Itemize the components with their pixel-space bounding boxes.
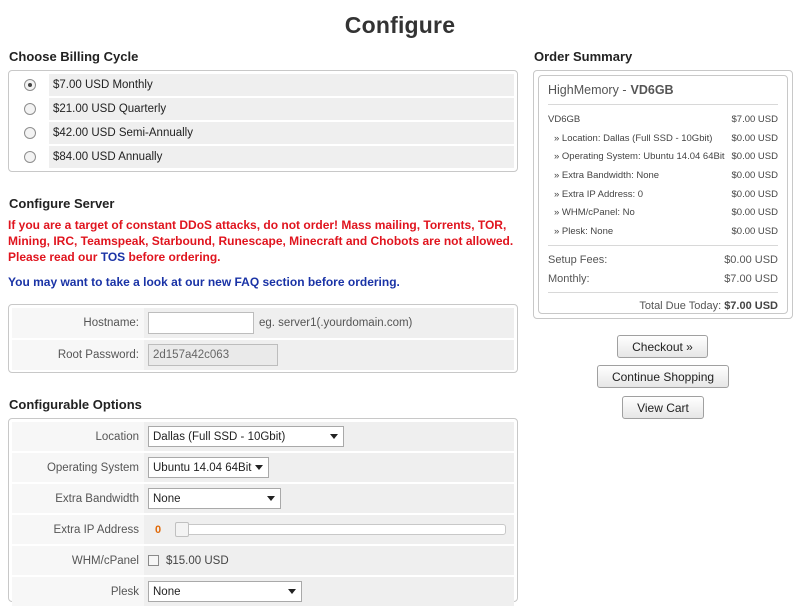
billing-option-label[interactable]: $42.00 USD Semi-Annually <box>49 122 514 144</box>
summary-items: VD6GB $7.00 USD » Location: Dallas (Full … <box>548 105 778 246</box>
hostname-row: Hostname: eg. server1(.yourdomain.com) <box>12 308 514 338</box>
summary-item-price: $0.00 USD <box>731 188 778 200</box>
billing-option-quarterly[interactable]: $21.00 USD Quarterly <box>12 97 514 121</box>
billing-option-semiannually[interactable]: $42.00 USD Semi-Annually <box>12 121 514 145</box>
ddos-warning: If you are a target of constant DDoS att… <box>8 217 518 265</box>
continue-shopping-button[interactable]: Continue Shopping <box>597 365 729 388</box>
summary-product-heading: HighMemory - VD6GB <box>548 76 778 105</box>
summary-item-price: $0.00 USD <box>731 169 778 181</box>
summary-item-price: $0.00 USD <box>731 225 778 237</box>
summary-item-price: $7.00 USD <box>731 113 778 125</box>
faq-text: You may want to take a look at our new <box>8 275 235 289</box>
slider-handle[interactable] <box>175 522 189 537</box>
plesk-row: Plesk None <box>12 577 514 606</box>
chevron-down-icon <box>255 465 263 470</box>
os-label: Operating System <box>12 453 144 482</box>
bandwidth-value: None <box>153 492 181 505</box>
summary-item-name: VD6GB <box>548 113 581 125</box>
configurable-options-box: Location Dallas (Full SSD - 10Gbit) Oper… <box>8 418 518 606</box>
warning-line: Please read our <box>8 250 101 264</box>
whm-label: WHM/cPanel <box>12 546 144 575</box>
billing-option-monthly[interactable]: $7.00 USD Monthly <box>12 73 514 97</box>
hostname-label: Hostname: <box>12 308 144 338</box>
summary-item-price: $0.00 USD <box>731 151 778 163</box>
chevron-down-icon <box>288 589 296 594</box>
radio-semiannually[interactable] <box>23 127 36 139</box>
monthly-label: Monthly: <box>548 273 590 286</box>
summary-item-name: » Plesk: None <box>554 225 614 237</box>
warning-line: Mining, IRC, Teamspeak, Starbound, Runes… <box>8 234 514 248</box>
setup-fees-label: Setup Fees: <box>548 254 608 267</box>
billing-option-label[interactable]: $84.00 USD Annually <box>49 146 514 168</box>
server-section-title: Configure Server <box>9 196 115 211</box>
root-password-input[interactable]: 2d157a42c063 <box>148 344 278 366</box>
summary-item-name: » Location: Dallas (Full SSD - 10Gbit) <box>554 132 713 144</box>
total-due-label: Total Due Today: <box>639 299 725 312</box>
location-value: Dallas (Full SSD - 10Gbit) <box>153 430 286 443</box>
faq-text: section before ordering. <box>259 275 400 289</box>
location-row: Location Dallas (Full SSD - 10Gbit) <box>12 422 514 451</box>
order-summary-box: HighMemory - VD6GB VD6GB $7.00 USD » Loca… <box>533 70 793 319</box>
hostname-input[interactable] <box>148 312 254 334</box>
extra-ip-row: Extra IP Address 0 <box>12 515 514 544</box>
bandwidth-row: Extra Bandwidth None <box>12 484 514 513</box>
warning-line: before ordering. <box>125 250 221 264</box>
location-label: Location <box>12 422 144 451</box>
warning-line: If you are a target of constant DDoS att… <box>8 218 507 232</box>
view-cart-button[interactable]: View Cart <box>622 396 704 419</box>
radio-monthly[interactable] <box>23 79 36 91</box>
summary-totals: Setup Fees: $0.00 USD Monthly: $7.00 USD <box>548 246 778 293</box>
bandwidth-label: Extra Bandwidth <box>12 484 144 513</box>
extra-ip-value: 0 <box>154 523 162 536</box>
summary-item-price: $0.00 USD <box>731 132 778 144</box>
radio-annually[interactable] <box>23 151 36 163</box>
location-select[interactable]: Dallas (Full SSD - 10Gbit) <box>148 426 344 447</box>
faq-link[interactable]: FAQ <box>235 275 260 289</box>
summary-product-name: VD6GB <box>630 83 674 97</box>
summary-item-name: » WHM/cPanel: No <box>554 207 635 219</box>
billing-option-label[interactable]: $21.00 USD Quarterly <box>49 98 514 120</box>
billing-option-label[interactable]: $7.00 USD Monthly <box>49 74 514 96</box>
setup-fees-value: $0.00 USD <box>724 254 778 267</box>
radio-quarterly[interactable] <box>23 103 36 115</box>
total-due-today: Total Due Today: $7.00 USD <box>548 293 778 312</box>
faq-notice: You may want to take a look at our new F… <box>8 275 518 289</box>
summary-section-title: Order Summary <box>534 49 633 64</box>
summary-item-price: $0.00 USD <box>731 207 778 219</box>
monthly-value: $7.00 USD <box>724 273 778 286</box>
root-password-label: Root Password: <box>12 340 144 370</box>
summary-item-name: » Extra Bandwidth: None <box>554 169 660 181</box>
whm-row: WHM/cPanel $15.00 USD <box>12 546 514 575</box>
server-config-box: Hostname: eg. server1(.yourdomain.com) R… <box>8 304 518 373</box>
os-value: Ubuntu 14.04 64Bit <box>153 461 252 474</box>
plesk-value: None <box>153 585 181 598</box>
tos-link[interactable]: TOS <box>101 250 125 264</box>
chevron-down-icon <box>267 496 275 501</box>
plesk-select[interactable]: None <box>148 581 302 602</box>
summary-item-name: » Extra IP Address: 0 <box>554 188 644 200</box>
options-section-title: Configurable Options <box>9 397 142 412</box>
root-password-row: Root Password: 2d157a42c063 <box>12 340 514 370</box>
checkout-button[interactable]: Checkout » <box>617 335 708 358</box>
chevron-down-icon <box>330 434 338 439</box>
plesk-label: Plesk <box>12 577 144 606</box>
whm-checkbox[interactable] <box>148 555 159 566</box>
os-row: Operating System Ubuntu 14.04 64Bit <box>12 453 514 482</box>
billing-section-title: Choose Billing Cycle <box>9 49 139 64</box>
summary-product-group: HighMemory - <box>548 83 627 97</box>
billing-cycle-box: $7.00 USD Monthly $21.00 USD Quarterly $… <box>8 70 518 172</box>
extra-ip-label: Extra IP Address <box>12 515 144 544</box>
extra-ip-slider[interactable] <box>175 522 506 537</box>
page-title: Configure <box>344 12 456 38</box>
os-select[interactable]: Ubuntu 14.04 64Bit <box>148 457 269 478</box>
bandwidth-select[interactable]: None <box>148 488 281 509</box>
total-due-value: $7.00 USD <box>724 299 778 312</box>
whm-price: $15.00 USD <box>166 554 229 567</box>
hostname-hint: eg. server1(.yourdomain.com) <box>259 317 413 329</box>
summary-item-name: » Operating System: Ubuntu 14.04 64Bit <box>554 151 725 163</box>
billing-option-annually[interactable]: $84.00 USD Annually <box>12 145 514 169</box>
